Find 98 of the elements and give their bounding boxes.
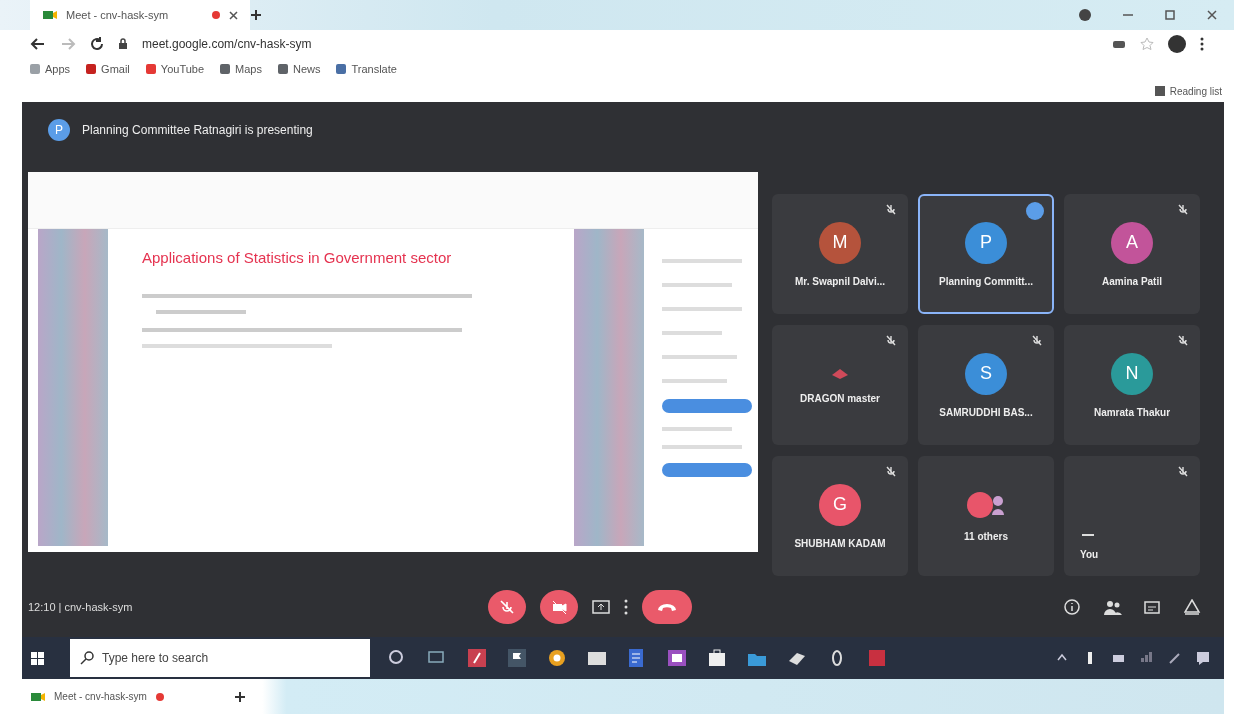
browser-tab[interactable]: Meet - cnv-hask-sym xyxy=(30,690,220,703)
avatar: P xyxy=(965,221,1007,264)
close-icon[interactable] xyxy=(229,10,238,20)
present-button[interactable] xyxy=(592,600,610,614)
avatar: G xyxy=(819,483,861,526)
muted-mic-icon xyxy=(500,600,514,614)
lock-icon xyxy=(118,38,128,50)
avatar: M xyxy=(819,221,861,264)
search-icon xyxy=(80,651,94,665)
camera-button[interactable] xyxy=(540,590,578,624)
browser-tab[interactable]: Meet - cnv-hask-sym xyxy=(30,0,250,30)
address-field[interactable]: meet.google.com/cnv-hask-sym xyxy=(142,37,1098,51)
taskbar-search-field[interactable]: Type here to search xyxy=(70,639,370,677)
reading-list-button[interactable]: Reading list xyxy=(1154,85,1222,97)
panel-button[interactable] xyxy=(662,399,752,413)
participant-tile[interactable]: M Mr. Swapnil Dalvi... xyxy=(772,194,908,314)
participant-tile[interactable]: You xyxy=(1064,456,1200,576)
store-icon[interactable] xyxy=(708,649,726,667)
tab-title: Meet - cnv-hask-sym xyxy=(54,691,147,702)
bookmark[interactable]: YouTube xyxy=(145,63,205,75)
participant-tile[interactable]: N Namrata Thakur xyxy=(1064,325,1200,445)
participant-tile[interactable]: G SHUBHAM KADAM xyxy=(772,456,908,576)
new-tab-icon[interactable] xyxy=(234,690,246,703)
avatar: A xyxy=(1111,221,1153,264)
participant-name: Namrata Thakur xyxy=(1093,406,1171,418)
people-button[interactable] xyxy=(1104,598,1122,616)
participant-name: Planning Committ... xyxy=(939,275,1033,287)
participant-tile[interactable]: DRAGON master xyxy=(772,325,908,445)
app-icon[interactable] xyxy=(668,649,686,667)
bookmark[interactable]: Gmail xyxy=(86,63,130,75)
participant-name: You xyxy=(1080,549,1099,560)
document-icon[interactable] xyxy=(628,649,646,667)
avatar-group-icon xyxy=(966,490,1006,519)
back-arrow-icon[interactable] xyxy=(30,37,46,51)
leave-call-button[interactable] xyxy=(642,590,692,624)
phone-hangup-icon xyxy=(657,602,677,612)
avatar: S xyxy=(965,352,1007,395)
info-button[interactable] xyxy=(1064,598,1082,616)
document-heading: Applications of Statistics in Government sector xyxy=(142,249,453,266)
info-icon xyxy=(1064,598,1082,616)
chat-icon xyxy=(1144,598,1162,616)
profile-icon[interactable] xyxy=(1078,8,1092,22)
shapes-button[interactable] xyxy=(1184,598,1202,616)
bookmark-icon xyxy=(277,64,288,74)
present-screen-icon xyxy=(592,600,610,614)
camera-icon[interactable] xyxy=(1112,38,1126,50)
camera-icon xyxy=(42,9,58,21)
participant-name: 11 others xyxy=(964,530,1008,542)
participant-tile[interactable]: 11 others xyxy=(918,456,1054,576)
windows-logo-icon xyxy=(30,651,44,665)
participant-tile[interactable]: S SAMRUDDHI BAS... xyxy=(918,325,1054,445)
new-tab-icon[interactable] xyxy=(250,9,262,21)
star-icon[interactable] xyxy=(1140,37,1154,51)
microphone-button[interactable] xyxy=(488,590,526,624)
flag-icon[interactable] xyxy=(508,649,526,667)
participant-tile[interactable]: A Aamina Patil xyxy=(1064,194,1200,314)
maximize-icon[interactable] xyxy=(1164,9,1176,21)
shapes-icon xyxy=(1184,598,1202,616)
menu-icon[interactable] xyxy=(1200,37,1204,51)
pen-icon[interactable] xyxy=(1168,651,1182,665)
meeting-details: 12:10 | cnv-hask-sym xyxy=(28,601,134,613)
more-icon xyxy=(624,599,628,615)
reload-icon[interactable] xyxy=(90,37,104,51)
tab-title: Meet - cnv-hask-sym xyxy=(66,9,169,21)
avatar-icon[interactable] xyxy=(1168,35,1186,53)
bookmark[interactable]: Apps xyxy=(30,63,71,75)
dash-icon xyxy=(1080,533,1096,537)
camera-off-icon xyxy=(551,599,567,615)
notification-icon[interactable] xyxy=(1196,651,1210,665)
participant-name: SAMRUDDHI BAS... xyxy=(939,406,1033,418)
bookmark[interactable]: Maps xyxy=(220,63,262,75)
more-button[interactable] xyxy=(624,599,628,615)
people-icon xyxy=(1104,598,1122,616)
presenting-message: Planning Committee Ratnagiri is presenting xyxy=(82,123,313,137)
chat-button[interactable] xyxy=(1144,598,1162,616)
bookmark-icon xyxy=(30,64,40,74)
list-icon xyxy=(1154,86,1165,96)
circle-icon[interactable] xyxy=(388,649,406,667)
bookmark-icon xyxy=(336,64,347,74)
participant-name: Aamina Patil xyxy=(1102,275,1162,287)
participant-name: DRAGON master xyxy=(800,392,880,404)
bookmark-icon xyxy=(145,64,156,74)
browser-icon[interactable] xyxy=(548,649,566,667)
participant-tile[interactable]: P Planning Committ... xyxy=(918,194,1054,314)
panel-button[interactable] xyxy=(662,463,752,477)
bookmark[interactable]: News xyxy=(277,63,321,75)
participant-name: Mr. Swapnil Dalvi... xyxy=(795,275,885,287)
bookmark-icon xyxy=(220,64,231,74)
bookmark[interactable]: Translate xyxy=(336,63,397,75)
signal-icon[interactable] xyxy=(1140,651,1154,665)
avatar: N xyxy=(1111,352,1153,395)
recording-icon xyxy=(211,10,221,20)
presenter-avatar: P xyxy=(48,119,70,141)
camera-icon xyxy=(30,690,46,703)
recording-icon xyxy=(154,691,165,702)
bookmark-icon xyxy=(86,64,97,74)
close-icon[interactable] xyxy=(1206,9,1218,21)
participant-name: SHUBHAM KADAM xyxy=(794,537,886,549)
